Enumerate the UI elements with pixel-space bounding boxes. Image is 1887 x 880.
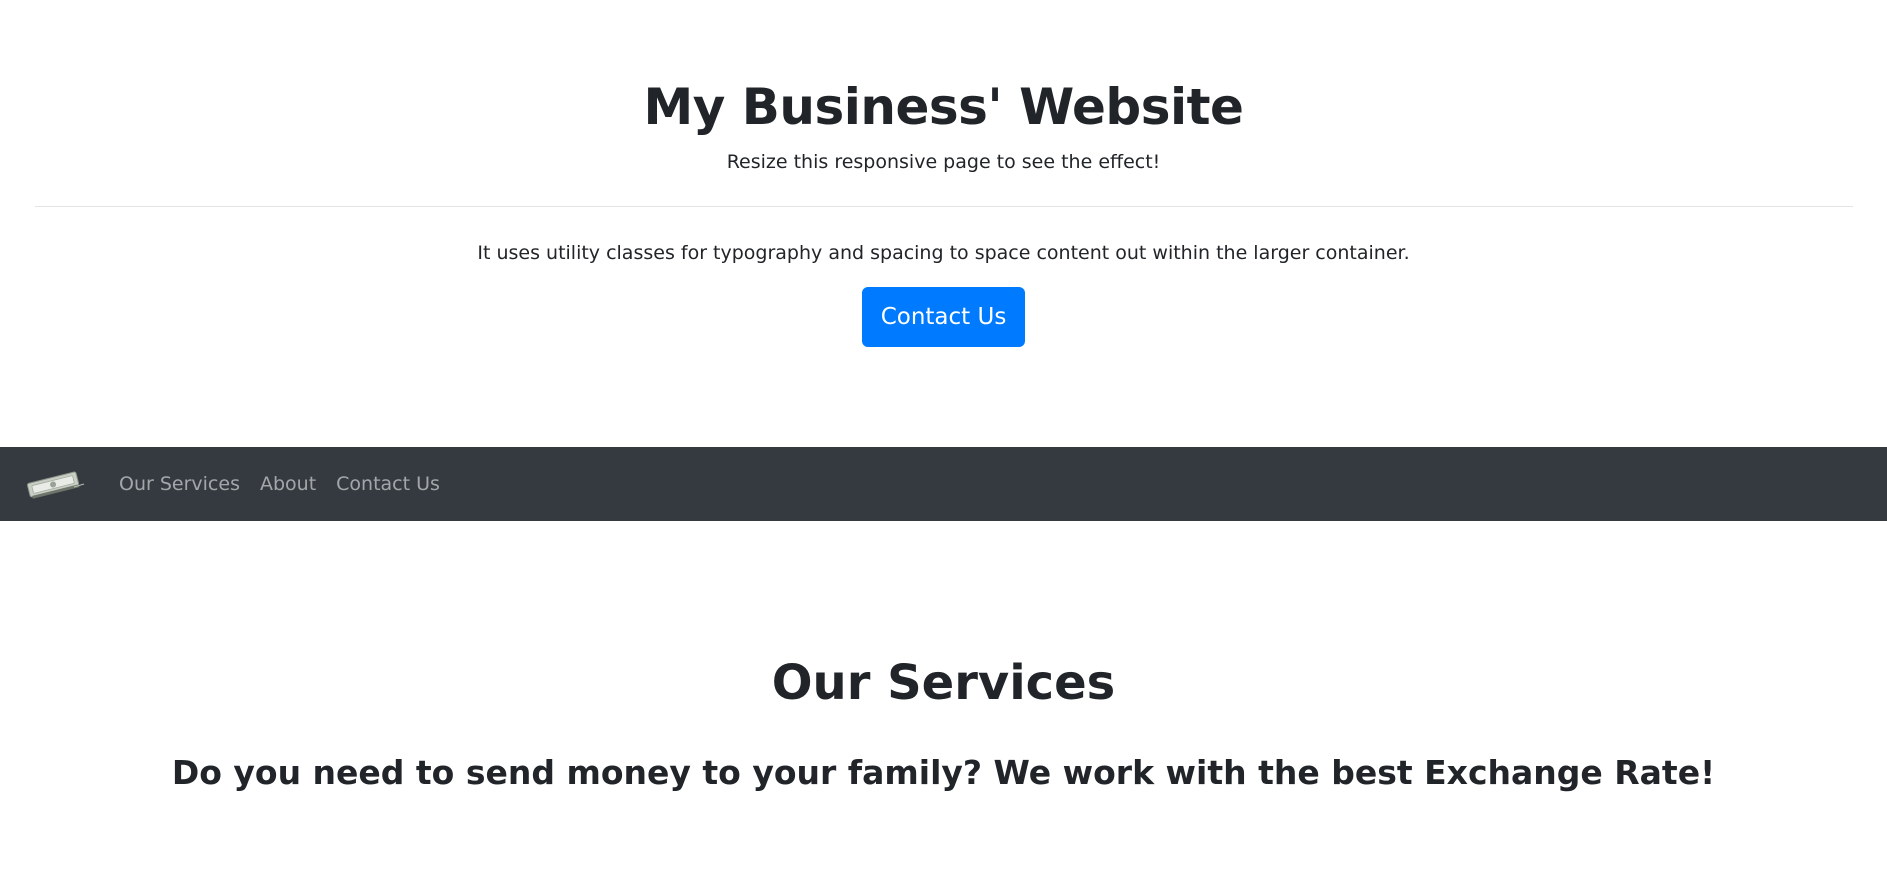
- nav-link-contact-us[interactable]: Contact Us: [336, 473, 440, 495]
- page-title: My Business' Website: [643, 78, 1244, 136]
- services-subtitle: Do you need to send money to your family…: [171, 753, 1716, 792]
- money-bill-icon: [27, 471, 85, 499]
- brand-logo[interactable]: [24, 469, 86, 499]
- contact-us-button[interactable]: Contact Us: [862, 287, 1025, 347]
- navbar: Our Services About Contact Us: [0, 447, 1887, 521]
- hero-section: My Business' Website Resize this respons…: [0, 0, 1887, 447]
- nav-link-about[interactable]: About: [260, 473, 316, 495]
- hero-description: It uses utility classes for typography a…: [477, 242, 1410, 264]
- nav-links: Our Services About Contact Us: [119, 447, 460, 521]
- services-title: Our Services: [771, 655, 1116, 711]
- page-subtitle: Resize this responsive page to see the e…: [726, 151, 1161, 173]
- divider: [35, 206, 1853, 207]
- nav-link-our-services[interactable]: Our Services: [119, 473, 240, 495]
